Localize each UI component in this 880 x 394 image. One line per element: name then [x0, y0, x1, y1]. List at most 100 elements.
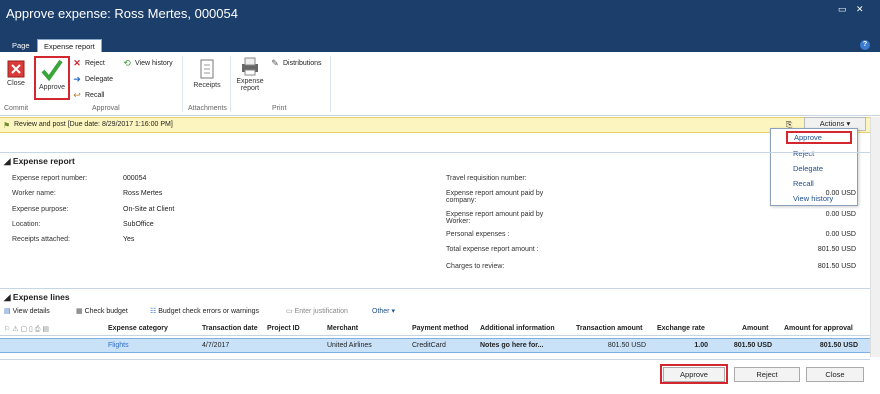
group-label-commit: Commit: [4, 105, 29, 112]
printer-icon: [242, 57, 258, 76]
menu-item-approve[interactable]: Approve: [786, 131, 852, 144]
approve-button-footer[interactable]: Approve: [663, 367, 725, 382]
other-menu-button[interactable]: Other ▾: [372, 307, 395, 315]
field-value: 0.00 USD: [825, 231, 856, 238]
cell-amount: 801.50 USD: [733, 342, 772, 349]
recall-icon: ↩: [73, 90, 81, 100]
section-divider: [0, 152, 870, 153]
footer-divider: [0, 359, 870, 360]
title-bar: Approve expense: Ross Mertes, 000054 ▭ ✕: [0, 0, 880, 36]
delegate-arrow-icon: ➜: [73, 74, 81, 84]
close-button-label: Close: [7, 80, 25, 87]
column-header[interactable]: Amount for approval: [784, 325, 853, 332]
ribbon-divider: [182, 56, 183, 112]
close-button[interactable]: Close: [4, 60, 28, 87]
reject-button[interactable]: ✕ Reject: [72, 58, 105, 68]
reject-x-icon: ✕: [73, 58, 81, 68]
ribbon-divider: [230, 56, 231, 112]
close-red-icon: [7, 60, 25, 78]
column-header[interactable]: Amount: [742, 325, 768, 332]
cell-date: 4/7/2017: [202, 342, 230, 349]
distributions-button[interactable]: ✎ Distributions: [270, 58, 321, 68]
expense-lines-toolbar: ▤ View details ▦ Check budget ☷ Budget c…: [0, 305, 870, 319]
field-value: SubOffice: [123, 221, 154, 228]
delegate-button[interactable]: ➜ Delegate: [72, 74, 113, 84]
budget-errors-button[interactable]: ☷ Budget check errors or warnings: [150, 307, 259, 315]
field-value: Yes: [123, 236, 135, 243]
warning-list-icon: ☷: [150, 308, 157, 315]
menu-item-recall[interactable]: Recall: [793, 179, 814, 188]
table-row[interactable]: Flights 4/7/2017 United Airlines CreditC…: [0, 338, 870, 353]
grid-status-icons: ⚐ ⚠ ▢ ▯ ⎙ ▤: [4, 326, 49, 333]
ribbon: Close Approve ✕ Reject ➜ Delegate ↩ Recall …: [0, 52, 880, 116]
approve-button-label: Approve: [38, 84, 66, 91]
close-window-icon[interactable]: ✕: [856, 4, 864, 15]
enter-justification-button[interactable]: ▭ Enter justification: [286, 307, 348, 315]
field-value: 801.50 USD: [817, 246, 856, 253]
checkmark-icon: [41, 59, 63, 82]
column-header[interactable]: Additional information: [480, 325, 555, 332]
minimize-icon[interactable]: ▭: [838, 4, 847, 15]
check-budget-button[interactable]: ▦ Check budget: [76, 307, 128, 315]
column-header[interactable]: Transaction amount: [576, 325, 643, 332]
field-value: 801.50 USD: [817, 263, 856, 270]
ribbon-divider: [330, 56, 331, 112]
group-label-attachments: Attachments: [188, 105, 227, 112]
ribbon-tab-row: Page Expense report: [0, 36, 880, 52]
field-label: Charges to review:: [446, 263, 505, 270]
tab-expense-report[interactable]: Expense report: [37, 39, 102, 52]
field-label: Worker name:: [12, 190, 56, 197]
column-header[interactable]: Transaction date: [202, 325, 258, 332]
view-history-button[interactable]: ⟲ View history: [122, 58, 172, 68]
field-label: Expense purpose:: [12, 206, 69, 213]
field-label: Expense report number:: [12, 175, 88, 182]
receipts-icon: [200, 59, 214, 79]
history-icon: ⟲: [123, 58, 131, 68]
view-details-button[interactable]: ▤ View details: [4, 307, 50, 315]
details-icon: ▤: [4, 308, 11, 315]
expense-report-header[interactable]: ◢ Expense report: [4, 156, 75, 167]
close-button-footer[interactable]: Close: [806, 367, 864, 382]
field-value: Ross Mertes: [123, 190, 163, 197]
menu-item-delegate[interactable]: Delegate: [793, 164, 823, 173]
expense-lines-header[interactable]: ◢ Expense lines: [4, 292, 70, 303]
cell-info: Notes go here for...: [480, 342, 544, 349]
field-label: Location:: [12, 221, 41, 228]
cell-exchange-rate: 1.00: [694, 342, 708, 349]
column-header[interactable]: Payment method: [412, 325, 468, 332]
receipts-button[interactable]: Receipts: [190, 58, 224, 89]
vertical-scrollbar[interactable]: [870, 117, 880, 357]
recall-button[interactable]: ↩ Recall: [72, 90, 104, 100]
field-label: Expense report amount paid by Worker:: [446, 211, 544, 225]
approve-button[interactable]: Approve: [36, 58, 68, 91]
column-header[interactable]: Merchant: [327, 325, 358, 332]
field-value: 0.00 USD: [825, 190, 856, 197]
workflow-icon: ⚑: [3, 121, 11, 130]
cell-category[interactable]: Flights: [108, 342, 129, 349]
field-label: Receipts attached:: [12, 236, 70, 243]
justification-icon: ▭: [286, 308, 293, 315]
group-label-approval: Approval: [92, 105, 120, 112]
column-header[interactable]: Exchange rate: [657, 325, 705, 332]
budget-icon: ▦: [76, 308, 83, 315]
distributions-icon: ✎: [271, 58, 279, 68]
reject-button-footer[interactable]: Reject: [734, 367, 800, 382]
column-header[interactable]: Expense category: [108, 325, 168, 332]
window-title: Approve expense: Ross Mertes, 000054: [6, 6, 238, 21]
menu-item-reject[interactable]: Reject: [793, 149, 814, 158]
field-label: Expense report amount paid by company:: [446, 190, 544, 204]
help-icon[interactable]: ?: [860, 40, 870, 50]
field-value: On-Site at Client: [123, 206, 175, 213]
tab-page[interactable]: Page: [6, 39, 36, 52]
group-label-print: Print: [272, 105, 287, 112]
expense-report-print-button[interactable]: Expense report: [234, 56, 266, 92]
review-banner: ⚑ Review and post [Due date: 8/29/2017 1…: [0, 117, 880, 133]
field-label: Travel requisition number:: [446, 175, 527, 182]
banner-text: Review and post [Due date: 8/29/2017 1:1…: [14, 121, 173, 128]
cell-approval-amount: 801.50 USD: [819, 342, 858, 349]
column-header[interactable]: Project ID: [267, 325, 300, 332]
expense-lines-grid-header: ⚐ ⚠ ▢ ▯ ⎙ ▤ Expense category Transaction…: [0, 322, 870, 336]
cell-transaction-amount: 801.50 USD: [607, 342, 646, 349]
cell-payment: CreditCard: [412, 342, 446, 349]
field-label: Total expense report amount :: [446, 246, 539, 253]
